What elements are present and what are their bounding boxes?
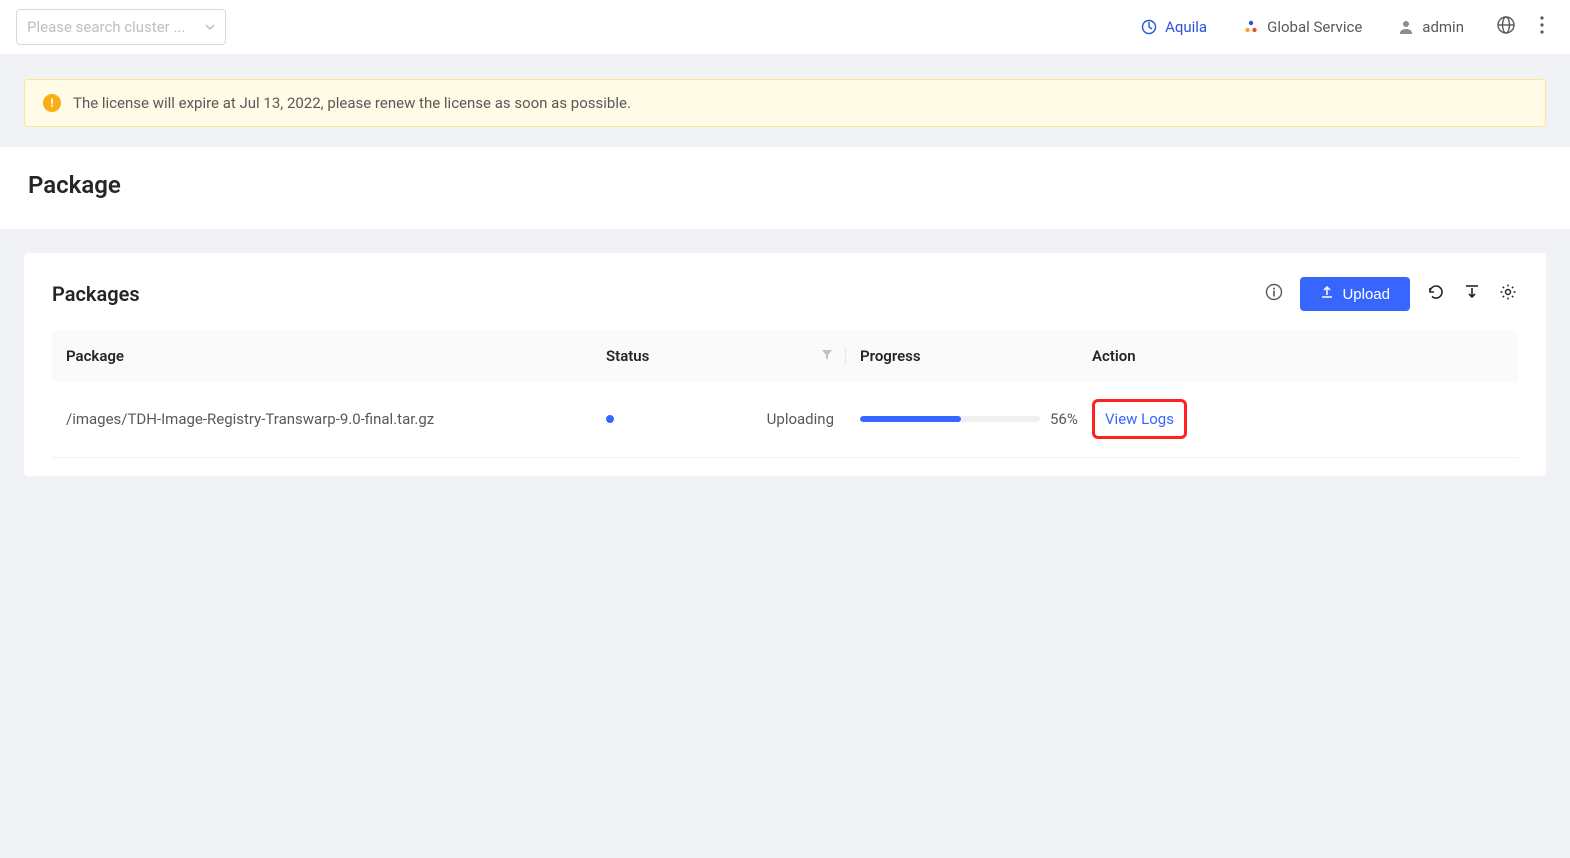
- filter-icon[interactable]: [821, 347, 833, 365]
- info-icon: [1265, 283, 1283, 305]
- cluster-search-placeholder: Please search cluster ...: [27, 18, 185, 36]
- language-button[interactable]: [1482, 15, 1530, 39]
- aquila-icon: [1141, 19, 1157, 35]
- refresh-button[interactable]: [1426, 284, 1446, 304]
- upload-button[interactable]: Upload: [1300, 277, 1410, 311]
- more-vertical-icon: [1540, 22, 1544, 38]
- top-bar: Please search cluster ... Aquila Global …: [0, 0, 1570, 55]
- global-service-icon: [1243, 19, 1259, 35]
- progress-percent-label: 56%: [1050, 410, 1078, 428]
- upload-button-label: Upload: [1342, 286, 1390, 303]
- col-header-status: Status: [606, 347, 846, 365]
- cluster-search-select[interactable]: Please search cluster ...: [16, 9, 226, 45]
- progress-bar: [860, 416, 1040, 422]
- import-button[interactable]: [1462, 284, 1482, 304]
- refresh-icon: [1427, 283, 1445, 305]
- license-alert: ! The license will expire at Jul 13, 202…: [24, 79, 1546, 127]
- table-header: Package Status Progress Action: [52, 331, 1518, 381]
- nav-user[interactable]: admin: [1380, 18, 1482, 36]
- nav-global-service[interactable]: Global Service: [1225, 18, 1380, 36]
- cell-status: Uploading: [606, 410, 846, 428]
- card-header: Packages Upload: [52, 277, 1518, 311]
- nav-aquila-label: Aquila: [1165, 18, 1207, 36]
- import-icon: [1463, 283, 1481, 305]
- more-menu-button[interactable]: [1530, 16, 1554, 38]
- license-alert-message: The license will expire at Jul 13, 2022,…: [73, 94, 631, 112]
- cell-status-label: Uploading: [767, 410, 834, 428]
- card-title: Packages: [52, 282, 140, 306]
- gear-icon: [1499, 283, 1517, 305]
- status-dot-icon: [606, 415, 614, 423]
- warning-icon: !: [43, 94, 61, 112]
- col-header-progress: Progress: [846, 347, 1092, 365]
- view-logs-link[interactable]: View Logs: [1092, 399, 1187, 439]
- settings-button[interactable]: [1498, 284, 1518, 304]
- progress-bar-fill: [860, 416, 961, 422]
- cell-progress: 56%: [846, 410, 1092, 428]
- card-actions: Upload: [1264, 277, 1518, 311]
- cell-package: /images/TDH-Image-Registry-Transwarp-9.0…: [66, 410, 606, 428]
- nav-user-label: admin: [1422, 18, 1464, 36]
- user-icon: [1398, 19, 1414, 35]
- nav-global-service-label: Global Service: [1267, 18, 1362, 36]
- cell-action: View Logs: [1092, 399, 1504, 439]
- info-button[interactable]: [1264, 284, 1284, 304]
- chevron-down-icon: [205, 22, 215, 32]
- col-header-status-label: Status: [606, 347, 649, 365]
- page-title: Package: [0, 147, 1570, 229]
- nav-aquila[interactable]: Aquila: [1123, 18, 1225, 36]
- upload-icon: [1320, 285, 1334, 303]
- packages-card: Packages Upload: [24, 253, 1546, 476]
- col-header-package: Package: [66, 347, 606, 365]
- globe-icon: [1496, 23, 1516, 39]
- table-row: /images/TDH-Image-Registry-Transwarp-9.0…: [52, 381, 1518, 458]
- col-header-action: Action: [1092, 347, 1504, 365]
